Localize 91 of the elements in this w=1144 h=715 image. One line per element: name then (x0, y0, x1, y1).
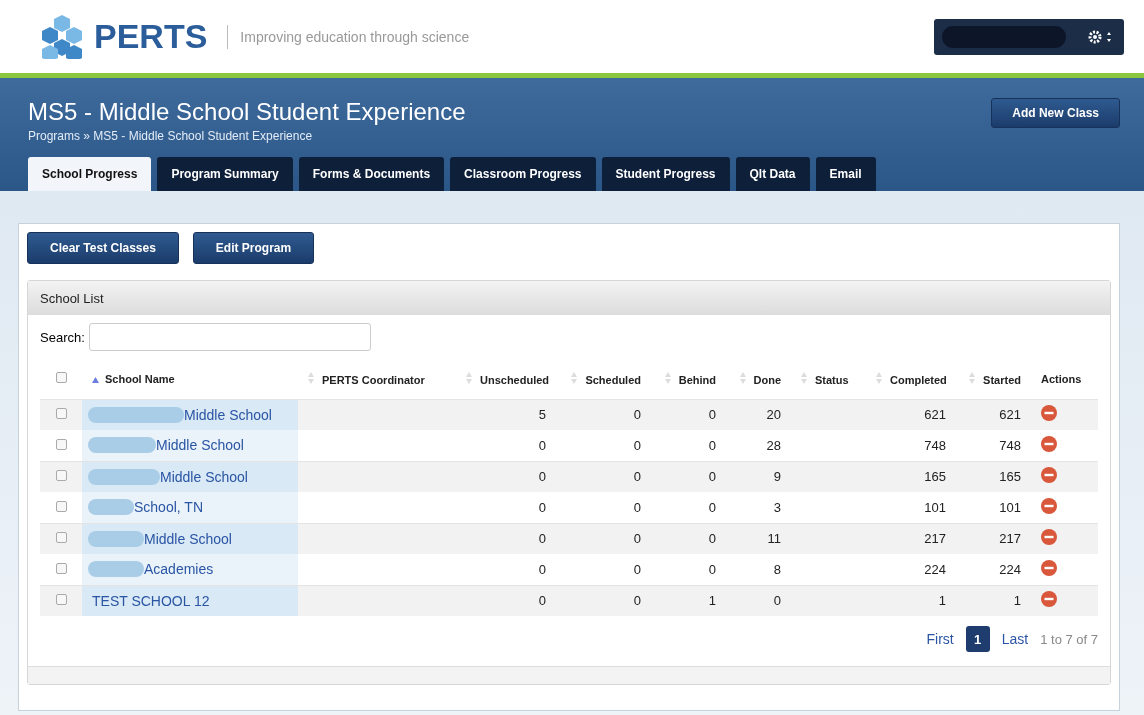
table-cell: 224 (924, 561, 946, 577)
table-cell: 0 (633, 593, 641, 609)
table-cell: 165 (924, 469, 946, 485)
breadcrumb: Programs » MS5 - Middle School Student Experience (28, 129, 314, 143)
table-cell: 1 (1013, 593, 1021, 609)
column-header[interactable]: PERTS Coordinator (322, 373, 425, 386)
table-cell: 217 (999, 531, 1021, 547)
table-cell: 0 (773, 593, 781, 609)
column-header[interactable]: Completed (890, 373, 947, 386)
school-link[interactable]: Academies (144, 561, 214, 578)
table-cell: 621 (924, 407, 946, 423)
row-checkbox[interactable] (55, 594, 67, 606)
page-button[interactable]: 1 (965, 626, 990, 652)
table-cell: 101 (924, 499, 946, 515)
program-title: MS5 - Middle School Student Experience (28, 98, 466, 126)
table-cell: 0 (708, 407, 716, 423)
table-cell: 0 (538, 437, 546, 453)
table-cell: 0 (633, 561, 641, 577)
tab[interactable]: Qlt Data (735, 157, 810, 191)
table-cell: 0 (538, 593, 546, 609)
column-header[interactable]: School Name (105, 372, 175, 385)
table-cell: 0 (633, 469, 641, 485)
table-cell: 0 (633, 437, 641, 453)
table-cell: 0 (633, 531, 641, 547)
column-header[interactable]: Behind (678, 373, 716, 386)
table-cell: 0 (538, 469, 546, 485)
table-cell: 621 (999, 407, 1021, 423)
column-header[interactable]: Scheduled (585, 373, 641, 386)
table-cell: 1 (708, 593, 716, 609)
tab[interactable]: School Progress (28, 157, 152, 191)
remove-icon[interactable] (1041, 435, 1057, 452)
action-button[interactable]: Edit Program (192, 232, 315, 264)
column-header[interactable]: Started (983, 373, 1021, 386)
school-link[interactable]: School, TN (134, 499, 203, 516)
column-header[interactable]: Unscheduled (480, 373, 550, 386)
remove-icon[interactable] (1041, 497, 1057, 514)
tagline: Improving education through science (240, 28, 470, 45)
table-cell: 0 (633, 407, 641, 423)
remove-icon[interactable] (1041, 559, 1057, 576)
column-header[interactable]: Status (815, 373, 849, 386)
remove-icon[interactable] (1041, 467, 1057, 484)
table-cell: 5 (538, 407, 546, 423)
user-menu[interactable] (934, 18, 1124, 55)
row-checkbox[interactable] (55, 562, 67, 574)
table-cell: 9 (773, 469, 781, 485)
remove-icon[interactable] (1041, 405, 1057, 422)
table-cell: 0 (708, 469, 716, 485)
table-cell: 0 (708, 437, 716, 453)
table-cell: 748 (999, 437, 1021, 453)
table-cell: 3 (773, 499, 781, 515)
add-class-button[interactable]: Add New Class (991, 98, 1120, 128)
table-cell: 748 (924, 437, 946, 453)
row-checkbox[interactable] (55, 532, 67, 544)
table-cell: 0 (708, 499, 716, 515)
row-checkbox[interactable] (55, 470, 67, 482)
remove-icon[interactable] (1041, 529, 1057, 546)
remove-icon[interactable] (1041, 591, 1057, 608)
action-button[interactable]: Clear Test Classes (27, 232, 179, 264)
table-cell: 8 (773, 561, 781, 577)
table-cell: 217 (924, 531, 946, 547)
row-checkbox[interactable] (55, 438, 67, 450)
tab[interactable]: Program Summary (157, 157, 293, 191)
column-header[interactable]: Done (753, 373, 781, 386)
table-cell: 0 (538, 499, 546, 515)
table-cell: 20 (766, 407, 781, 423)
page-summary: 1 to 7 of 7 (1040, 631, 1098, 647)
table-cell: 224 (999, 561, 1021, 577)
table-cell: 0 (633, 499, 641, 515)
tab[interactable]: Email (815, 157, 876, 191)
table-cell: 0 (538, 531, 546, 547)
tab[interactable]: Forms & Documents (298, 157, 445, 191)
table-cell: 101 (999, 499, 1021, 515)
tab[interactable]: Classroom Progress (450, 157, 596, 191)
table-cell: 0 (708, 561, 716, 577)
tab[interactable]: Student Progress (601, 157, 730, 191)
table-cell: 0 (538, 561, 546, 577)
last-page-link[interactable]: Last (1001, 631, 1029, 647)
search-label: Search: (40, 329, 85, 345)
row-checkbox[interactable] (55, 408, 67, 420)
logo-text: PERTS (94, 17, 208, 56)
table-cell: 1 (938, 593, 946, 609)
first-page-link[interactable]: First (926, 631, 954, 647)
select-all-checkbox[interactable] (55, 372, 67, 384)
search-field[interactable] (88, 323, 371, 351)
table-cell: 0 (708, 531, 716, 547)
column-header: Actions (1041, 372, 1082, 385)
table-cell: 11 (767, 531, 781, 547)
panel-header: School List (28, 281, 1110, 315)
table-cell: 165 (999, 469, 1021, 485)
row-checkbox[interactable] (55, 500, 67, 512)
table-cell: 28 (766, 437, 781, 453)
